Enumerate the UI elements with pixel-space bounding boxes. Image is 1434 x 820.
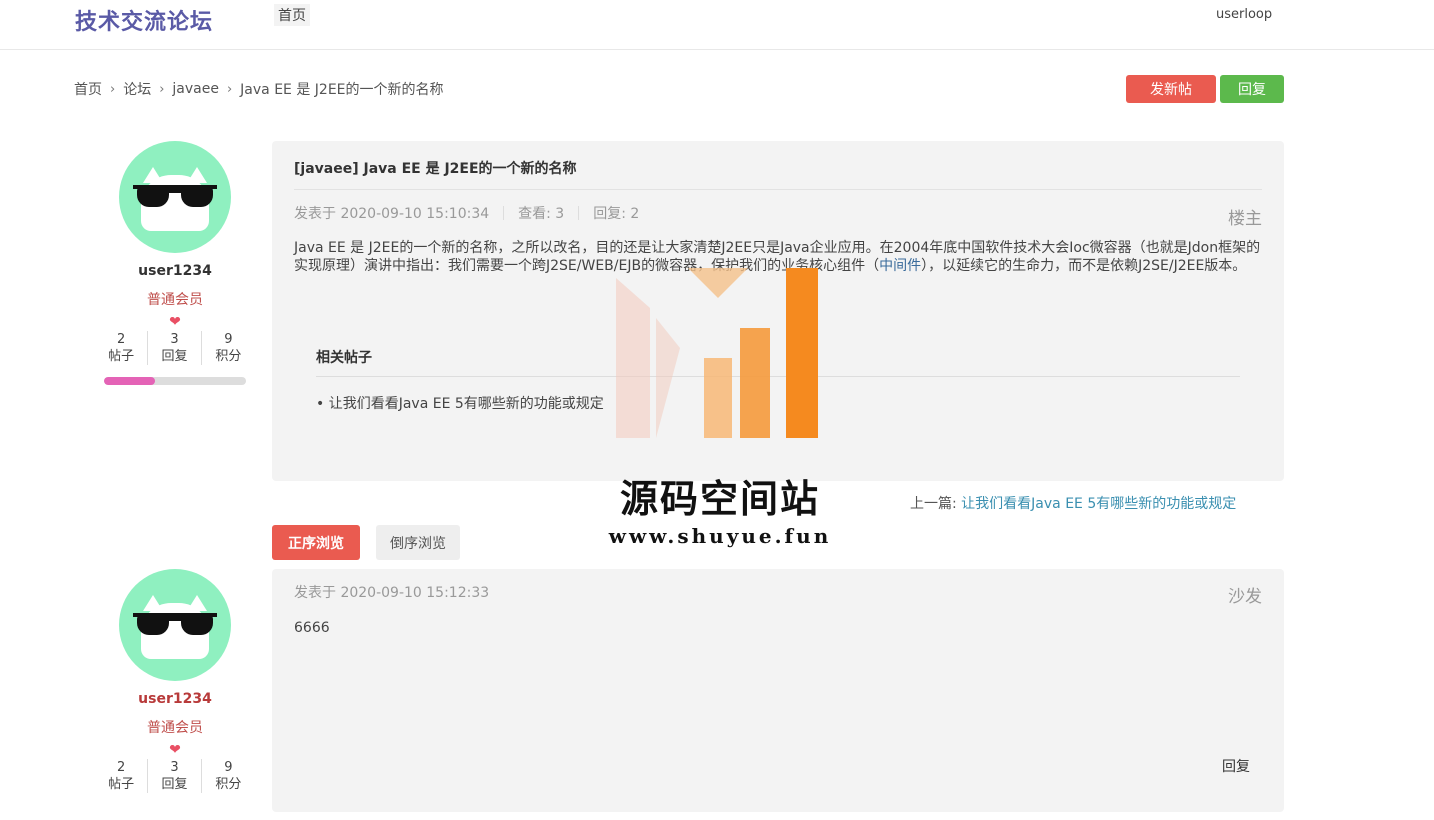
- floor-label: 楼主: [1228, 209, 1262, 229]
- reply-content: 6666: [294, 620, 330, 636]
- author-level: 普通会员: [147, 292, 203, 308]
- main-post: [javaee] Java EE 是 J2EE的一个新的名称 发表于 2020-…: [272, 141, 1284, 481]
- reply-count: 回复: 2: [593, 206, 640, 222]
- stat-posts[interactable]: 2 帖子: [95, 759, 149, 793]
- reply-button[interactable]: 回复: [1220, 75, 1284, 103]
- author-level: 普通会员: [147, 720, 203, 736]
- watermark-url: www.shuyue.fun: [608, 524, 832, 548]
- floor-label: 沙发: [1228, 587, 1262, 607]
- stat-posts[interactable]: 2 帖子: [95, 331, 149, 365]
- related-title: 相关帖子: [316, 350, 372, 366]
- level-progress-fill: [104, 377, 156, 385]
- stat-points[interactable]: 9 积分: [202, 759, 255, 793]
- post-date: 发表于 2020-09-10 15:12:33: [294, 585, 490, 601]
- author-stats: 2 帖子 3 回复 9 积分: [95, 759, 255, 793]
- middleware-link[interactable]: 中间件: [879, 258, 921, 274]
- divider: [294, 189, 1262, 190]
- nav-home-link[interactable]: 首页: [274, 4, 310, 26]
- reply-link[interactable]: 回复: [1222, 756, 1250, 776]
- view-count: 查看: 3: [518, 206, 565, 222]
- post-title: [javaee] Java EE 是 J2EE的一个新的名称: [294, 161, 577, 177]
- post-meta: 发表于 2020-09-10 15:12:33: [294, 582, 489, 602]
- post-content: Java EE 是 J2EE的一个新的名称，之所以改名，目的还是让大家清楚J2E…: [294, 240, 1261, 274]
- breadcrumb-home[interactable]: 首页: [74, 79, 102, 99]
- sunglasses-icon: [133, 185, 217, 207]
- post-date: 发表于 2020-09-10 15:10:34: [294, 206, 490, 222]
- sort-desc-button[interactable]: 倒序浏览: [376, 525, 460, 560]
- avatar[interactable]: [119, 569, 231, 681]
- author-panel: user1234 普通会员 ❤ 2 帖子 3 回复 9 积分: [95, 141, 255, 385]
- breadcrumb-separator: ›: [159, 81, 165, 97]
- sort-asc-button[interactable]: 正序浏览: [272, 525, 360, 560]
- stat-replies[interactable]: 3 回复: [148, 331, 202, 365]
- author-stats: 2 帖子 3 回复 9 积分: [95, 331, 255, 365]
- divider: [316, 376, 1240, 377]
- stat-replies[interactable]: 3 回复: [148, 759, 202, 793]
- breadcrumb: 首页 › 论坛 › javaee › Java EE 是 J2EE的一个新的名称: [74, 79, 444, 99]
- avatar[interactable]: [119, 141, 231, 253]
- breadcrumb-current: Java EE 是 J2EE的一个新的名称: [240, 82, 444, 98]
- top-navbar: 技术交流论坛 首页 userloop: [0, 0, 1434, 50]
- prev-label: 上一篇:: [910, 496, 957, 512]
- breadcrumb-separator: ›: [226, 81, 233, 97]
- breadcrumb-category[interactable]: javaee: [172, 81, 219, 97]
- prev-thread: 上一篇: 让我们看看Java EE 5有哪些新的功能或规定: [910, 493, 1236, 513]
- reply-post: 发表于 2020-09-10 15:12:33 沙发 6666 回复: [272, 569, 1284, 812]
- site-logo[interactable]: 技术交流论坛: [75, 4, 213, 36]
- post-meta: 发表于 2020-09-10 15:10:34 查看: 3 回复: 2: [294, 203, 639, 223]
- author-name[interactable]: user1234: [95, 691, 255, 707]
- stat-points[interactable]: 9 积分: [202, 331, 255, 365]
- breadcrumb-forum[interactable]: 论坛: [123, 79, 151, 99]
- prev-thread-link[interactable]: 让我们看看Java EE 5有哪些新的功能或规定: [961, 496, 1236, 512]
- new-post-button[interactable]: 发新帖: [1126, 75, 1216, 103]
- heart-icon: ❤: [169, 742, 181, 758]
- author-panel: user1234 普通会员 ❤ 2 帖子 3 回复 9 积分: [95, 569, 255, 793]
- sunglasses-icon: [133, 613, 217, 635]
- user-menu-link[interactable]: userloop: [1216, 7, 1272, 22]
- author-name[interactable]: user1234: [95, 263, 255, 279]
- heart-icon: ❤: [169, 314, 181, 330]
- breadcrumb-separator: ›: [110, 81, 116, 97]
- level-progress-bar: [104, 377, 246, 385]
- related-post-link[interactable]: • 让我们看看Java EE 5有哪些新的功能或规定: [316, 393, 604, 413]
